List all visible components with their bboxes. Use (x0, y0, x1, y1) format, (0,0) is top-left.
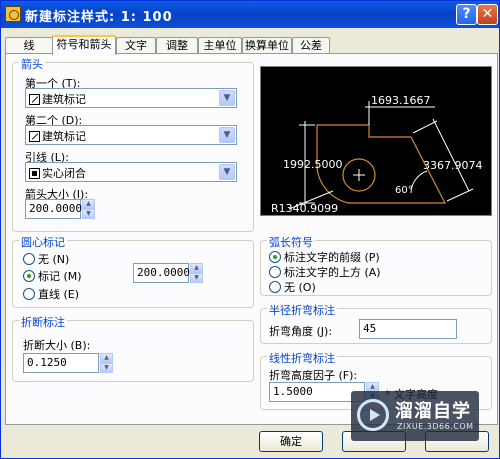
radio-icon (23, 253, 35, 265)
app-icon (5, 6, 21, 22)
dim-left-label: 1992.5000 (283, 158, 343, 171)
radius-label: R1340.9099 (271, 202, 338, 215)
center-marks-group: 圆心标记 无 (N) 标记 (M) 直线 (E) 200.0000 ▲ ▼ (12, 234, 254, 308)
chevron-down-icon[interactable]: ▼ (219, 164, 235, 180)
spin-up-icon[interactable]: ▲ (100, 353, 113, 363)
jog-factor-label: 折弯高度因子 (F): (269, 369, 358, 382)
spin-up-icon[interactable]: ▲ (82, 199, 95, 209)
arc-none-radio[interactable]: 无 (O) (269, 279, 316, 295)
tab-fit[interactable]: 调整 (156, 37, 198, 54)
spin-down-icon[interactable]: ▼ (190, 273, 203, 283)
arc-prefix-radio[interactable]: 标注文字的前缀 (P) (269, 249, 380, 265)
spin-up-icon[interactable]: ▲ (190, 263, 203, 273)
tab-lines[interactable]: 线 (5, 37, 53, 54)
radio-icon (269, 266, 281, 278)
tab-tolerances[interactable]: 公差 (292, 37, 330, 54)
dim-break-group: 折断标注 折断大小 (B): 0.1250 ▲ ▼ (12, 314, 254, 382)
center-mark-mark-radio[interactable]: 标记 (M) (23, 268, 82, 284)
dim-right-label: 3367.9074 (423, 159, 483, 172)
window-title: 新建标注样式: 1: 100 (25, 10, 173, 25)
radius-jog-legend: 半径折弯标注 (267, 302, 337, 318)
center-marks-legend: 圆心标记 (19, 234, 67, 250)
tab-text[interactable]: 文字 (116, 37, 156, 54)
leader-value: 实心闭合 (42, 167, 86, 180)
arrowheads-legend: 箭头 (19, 56, 45, 72)
leader-select[interactable]: 实心闭合 ▼ (25, 162, 237, 182)
chevron-down-icon[interactable]: ▼ (219, 127, 235, 143)
tab-alternate-units[interactable]: 换算单位 (242, 37, 292, 54)
linear-jog-legend: 线性折弯标注 (267, 350, 337, 366)
architectural-tick-icon (29, 131, 40, 142)
chevron-down-icon[interactable]: ▼ (219, 90, 235, 106)
tab-symbols-arrows[interactable]: 符号和箭头 (52, 35, 116, 55)
center-mark-none-radio[interactable]: 无 (N) (23, 251, 69, 267)
dim-break-legend: 折断标注 (19, 314, 67, 330)
arrowheads-group: 箭头 第一个 (T): 建筑标记 ▼ 第二个 (D): 建筑标记 ▼ 引线 (L… (12, 56, 254, 232)
tab-panel: 箭头 第一个 (T): 建筑标记 ▼ 第二个 (D): 建筑标记 ▼ 引线 (L… (5, 53, 498, 425)
dimension-style-dialog: 新建标注样式: 1: 100 ? ✕ 线 符号和箭头 文字 调整 主单位 换算单… (0, 0, 500, 459)
radius-jog-group: 半径折弯标注 折弯角度 (J): 45 (260, 302, 492, 344)
break-size-spinner[interactable]: ▲ ▼ (100, 353, 113, 373)
spin-down-icon[interactable]: ▼ (82, 209, 95, 219)
help-button[interactable]: ? (456, 4, 477, 25)
jog-angle-label: 折弯角度 (J): (269, 325, 333, 338)
center-mark-line-radio[interactable]: 直线 (E) (23, 286, 79, 302)
break-size-label: 折断大小 (B): (23, 339, 91, 352)
radio-label: 直线 (E) (38, 288, 80, 301)
radio-label: 标注文字的上方 (A) (284, 266, 381, 279)
close-button[interactable]: ✕ (477, 4, 498, 25)
arrow-size-spinner[interactable]: ▲ ▼ (82, 199, 95, 219)
radio-selected-icon (23, 270, 35, 282)
radio-selected-icon (269, 251, 281, 263)
second-arrow-value: 建筑标记 (42, 130, 86, 143)
arc-length-group: 弧长符号 标注文字的前缀 (P) 标注文字的上方 (A) 无 (O) (260, 234, 492, 296)
closed-filled-icon (29, 168, 40, 179)
radio-label: 标记 (M) (38, 270, 82, 283)
arc-length-legend: 弧长符号 (267, 234, 315, 250)
first-arrow-value: 建筑标记 (42, 93, 86, 106)
second-arrow-select[interactable]: 建筑标记 ▼ (25, 125, 237, 145)
title-bar: 新建标注样式: 1: 100 ? ✕ (1, 1, 499, 28)
break-size-input[interactable]: 0.1250 (23, 353, 99, 373)
watermark-url: ZIXUE.3D66.COM (397, 422, 474, 431)
preview-canvas: 1693.1667 1992.5000 3367.9074 60° R1340.… (260, 66, 492, 216)
dim-top-label: 1693.1667 (371, 94, 431, 107)
jog-angle-input[interactable]: 45 (359, 319, 457, 339)
ok-button[interactable]: 确定 (259, 431, 323, 452)
first-arrow-select[interactable]: 建筑标记 ▼ (25, 88, 237, 108)
architectural-tick-icon (29, 94, 40, 105)
radio-label: 标注文字的前缀 (P) (284, 251, 380, 264)
center-mark-size-input[interactable]: 200.0000 (133, 263, 190, 283)
watermark-title: 溜溜自学 (395, 401, 471, 422)
angle-label: 60° (395, 185, 413, 196)
radio-icon (23, 288, 35, 300)
watermark: 溜溜自学 ZIXUE.3D66.COM (351, 391, 479, 441)
tab-primary-units[interactable]: 主单位 (198, 37, 242, 54)
radio-label: 无 (N) (38, 253, 70, 266)
radio-icon (269, 281, 281, 293)
arrow-size-input[interactable]: 200.0000 (25, 199, 82, 219)
arc-above-radio[interactable]: 标注文字的上方 (A) (269, 264, 381, 280)
spin-down-icon[interactable]: ▼ (100, 363, 113, 373)
play-logo-icon (357, 399, 389, 431)
radio-label: 无 (O) (284, 281, 316, 294)
center-mark-spinner[interactable]: ▲ ▼ (190, 263, 203, 283)
